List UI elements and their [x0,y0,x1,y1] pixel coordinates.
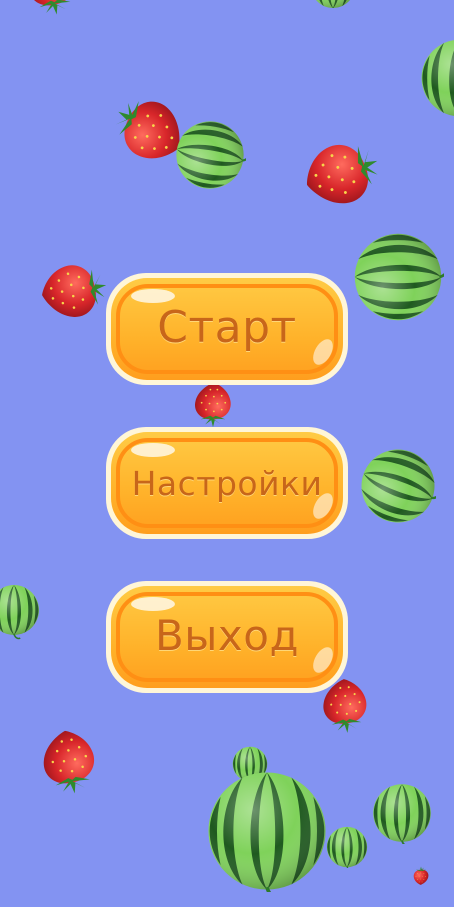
strawberry-icon [298,134,384,214]
watermelon-icon [360,448,436,524]
watermelon-icon [0,584,40,640]
strawberry-icon [37,259,110,323]
watermelon-icon [326,826,368,868]
watermelon-icon [353,232,444,322]
game-menu-screen: Старт Настройки Выход [0,0,454,907]
strawberry-icon [26,0,80,16]
watermelon-icon [372,783,432,844]
watermelon-icon [174,120,246,190]
watermelon-icon [420,38,454,118]
button-background [106,273,348,385]
strawberry-icon [38,726,100,796]
watermelon-icon [310,0,356,8]
settings-button[interactable]: Настройки [103,424,351,542]
exit-button[interactable]: Выход [103,578,351,696]
button-background [106,427,348,539]
start-button[interactable]: Старт [103,270,351,388]
watermelon-icon [206,770,328,892]
strawberry-icon [413,866,429,885]
button-background [106,581,348,693]
